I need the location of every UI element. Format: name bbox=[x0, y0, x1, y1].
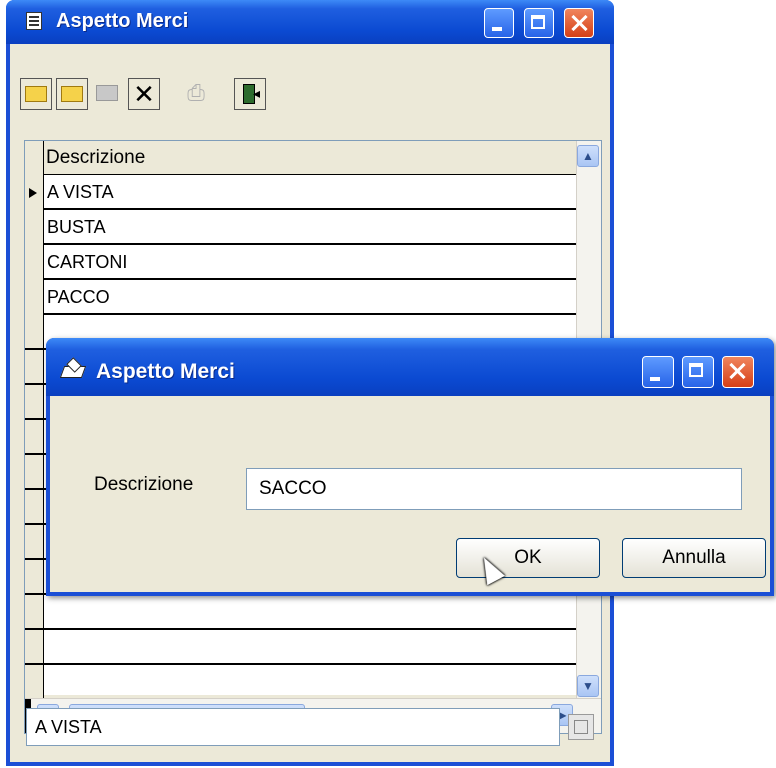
grid-rows: A VISTA BUSTA CARTONI PACCO bbox=[44, 175, 578, 315]
printer-icon: ⎙ bbox=[187, 80, 205, 105]
table-row[interactable]: PACCO bbox=[44, 280, 578, 315]
edit-record-button[interactable] bbox=[92, 78, 124, 110]
table-row[interactable]: BUSTA bbox=[44, 210, 578, 245]
scroll-up-button[interactable]: ▲ bbox=[577, 145, 599, 167]
table-row[interactable]: A VISTA bbox=[44, 175, 578, 210]
chevron-down-icon: ▼ bbox=[582, 679, 594, 693]
dialog-titlebar[interactable]: Aspetto Merci bbox=[46, 338, 774, 396]
dialog-close-button[interactable] bbox=[722, 356, 754, 388]
table-row[interactable]: CARTONI bbox=[44, 245, 578, 280]
dialog-maximize-button[interactable] bbox=[682, 356, 714, 388]
ok-button[interactable]: OK bbox=[456, 538, 600, 578]
scroll-down-button[interactable]: ▼ bbox=[577, 675, 599, 697]
document-icon bbox=[26, 12, 42, 30]
print-button[interactable]: ⎙ bbox=[180, 78, 212, 110]
new-record-button[interactable] bbox=[20, 78, 52, 110]
open-folder-icon bbox=[61, 86, 83, 102]
current-row-marker-icon bbox=[29, 188, 37, 198]
exit-arrow-icon: ◂ bbox=[253, 85, 261, 101]
app-logo-icon bbox=[62, 360, 86, 380]
main-window-title: Aspetto Merci bbox=[56, 10, 189, 32]
chevron-up-icon: ▲ bbox=[582, 149, 594, 163]
dialog-client: Descrizione SACCO OK Annulla bbox=[50, 396, 770, 592]
column-header-descrizione[interactable]: Descrizione bbox=[44, 141, 578, 175]
dialog-minimize-button[interactable] bbox=[642, 356, 674, 388]
delete-record-button[interactable]: ✕ bbox=[128, 78, 160, 110]
dialog-title: Aspetto Merci bbox=[96, 360, 235, 383]
descrizione-input[interactable]: SACCO bbox=[246, 468, 742, 510]
folder-icon bbox=[25, 86, 47, 102]
main-window-titlebar[interactable]: Aspetto Merci bbox=[6, 0, 614, 44]
delete-x-icon: ✕ bbox=[133, 79, 155, 109]
descrizione-label: Descrizione bbox=[94, 474, 194, 495]
current-record-field[interactable]: A VISTA bbox=[26, 708, 560, 746]
exit-button[interactable]: ◂ bbox=[234, 78, 266, 110]
properties-icon[interactable] bbox=[568, 714, 594, 740]
close-button[interactable] bbox=[564, 8, 594, 38]
edit-icon bbox=[96, 85, 118, 101]
cancel-button[interactable]: Annulla bbox=[622, 538, 766, 578]
open-record-button[interactable] bbox=[56, 78, 88, 110]
row-indicator-ticks bbox=[25, 315, 43, 695]
maximize-button[interactable] bbox=[524, 8, 554, 38]
minimize-button[interactable] bbox=[484, 8, 514, 38]
edit-dialog: Aspetto Merci Descrizione SACCO OK Annul… bbox=[46, 338, 774, 596]
